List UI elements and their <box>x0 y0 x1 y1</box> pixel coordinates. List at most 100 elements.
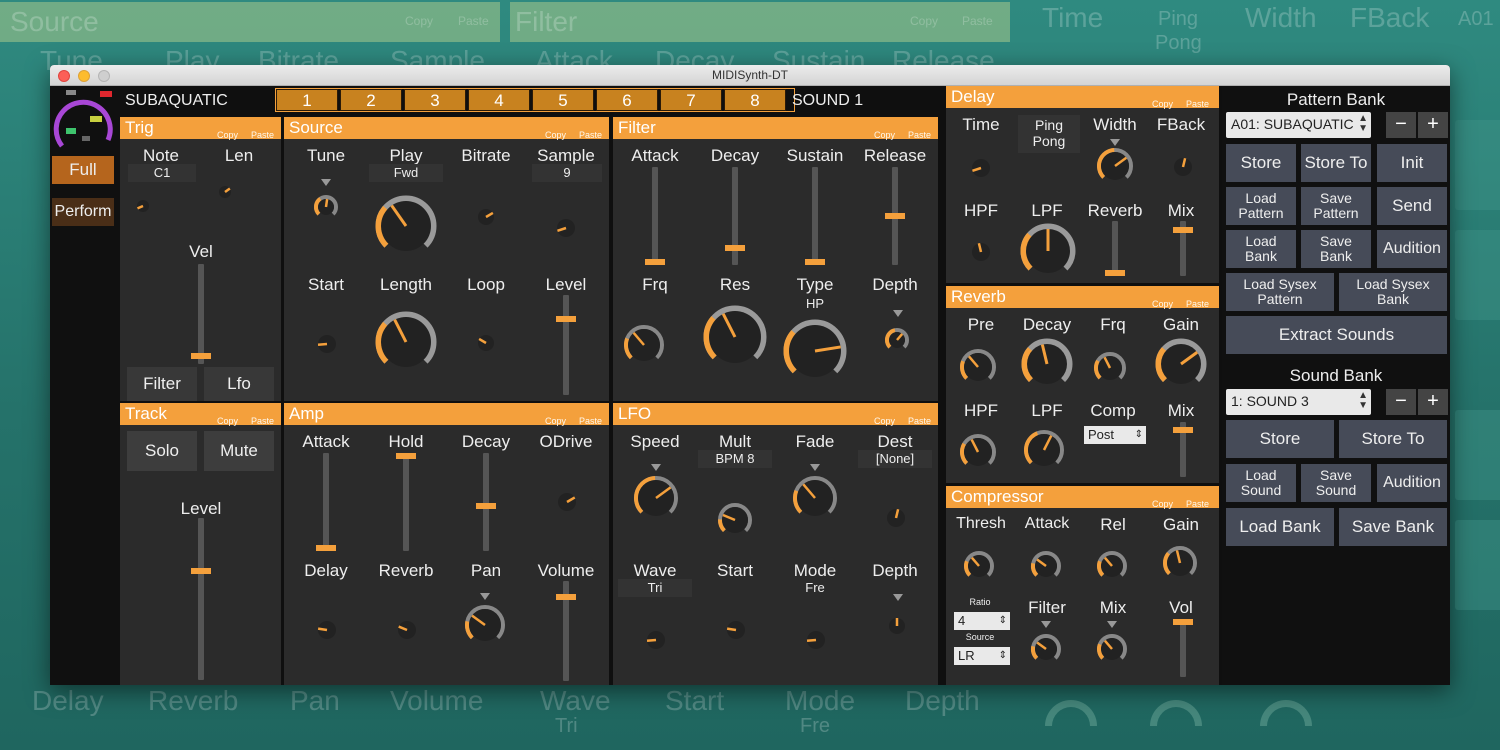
loop-knob[interactable] <box>472 329 500 362</box>
lfo-button[interactable]: Lfo <box>204 367 274 401</box>
save-pattern-button[interactable]: Save Pattern <box>1301 187 1371 225</box>
hold-thumb[interactable] <box>396 453 416 459</box>
sustain-thumb[interactable] <box>805 259 825 265</box>
odrive-knob[interactable] <box>552 487 582 522</box>
reverb-mix-slider[interactable] <box>1173 422 1193 477</box>
sound-store-to-button[interactable]: Store To <box>1339 420 1447 458</box>
mult-value[interactable]: BPM 8 <box>698 450 772 468</box>
reverb-lpf-knob[interactable] <box>1022 428 1066 477</box>
lfo-depth-knob[interactable] <box>883 612 911 645</box>
delay-copy-button[interactable]: Copy <box>1152 93 1173 115</box>
release-thumb[interactable] <box>885 213 905 219</box>
mute-button[interactable]: Mute <box>204 431 274 471</box>
comp-attack-knob[interactable] <box>1029 549 1063 588</box>
lfo-paste-button[interactable]: Paste <box>908 410 931 432</box>
delay-reverb-slider[interactable] <box>1105 221 1125 276</box>
tab-2[interactable]: 2 <box>340 89 402 111</box>
delay-lpf-knob[interactable] <box>1020 223 1076 284</box>
send-button[interactable]: Send <box>1377 187 1447 225</box>
type-knob[interactable] <box>783 319 847 388</box>
source-level-thumb[interactable] <box>556 315 576 322</box>
trig-copy-button[interactable]: Copy <box>217 124 238 146</box>
source-level-slider[interactable] <box>556 295 576 395</box>
comp-filter-knob[interactable] <box>1029 632 1063 671</box>
filter-depth-knob[interactable] <box>883 326 911 359</box>
filter-copy-button[interactable]: Copy <box>874 124 895 146</box>
amp-paste-button[interactable]: Paste <box>579 410 602 432</box>
fback-knob[interactable] <box>1168 152 1198 187</box>
note-knob[interactable] <box>131 194 155 223</box>
vol-thumb[interactable] <box>1173 619 1193 625</box>
wave-value[interactable]: Tri <box>618 579 692 597</box>
tab-1[interactable]: 1 <box>276 89 338 111</box>
load-sysex-bank-button[interactable]: Load Sysex Bank <box>1339 273 1447 311</box>
res-knob[interactable] <box>703 305 767 374</box>
track-paste-button[interactable]: Paste <box>251 410 274 432</box>
compressor-copy-button[interactable]: Copy <box>1152 493 1173 515</box>
sound-store-button[interactable]: Store <box>1226 420 1334 458</box>
load-pattern-button[interactable]: Load Pattern <box>1226 187 1296 225</box>
save-sound-button[interactable]: Save Sound <box>1301 464 1371 502</box>
start-knob[interactable] <box>312 329 342 364</box>
load-sysex-pattern-button[interactable]: Load Sysex Pattern <box>1226 273 1334 311</box>
comp-gain-knob[interactable] <box>1161 544 1199 587</box>
volume-thumb[interactable] <box>556 594 576 601</box>
solo-button[interactable]: Solo <box>127 431 197 471</box>
thresh-knob[interactable] <box>962 549 996 588</box>
delay-reverb-thumb[interactable] <box>1105 270 1125 276</box>
load-bank-button[interactable]: Load Bank <box>1226 230 1296 268</box>
filter-decay-slider[interactable] <box>725 167 745 265</box>
reverb-gain-knob[interactable] <box>1155 338 1207 395</box>
filter-attack-slider[interactable] <box>645 167 665 265</box>
time-knob[interactable] <box>966 153 996 188</box>
release-slider[interactable] <box>885 167 905 265</box>
bitrate-knob[interactable] <box>472 203 500 236</box>
fade-knob[interactable] <box>791 474 839 527</box>
type-value[interactable]: HP <box>778 295 852 313</box>
sound-audition-button[interactable]: Audition <box>1377 464 1447 502</box>
full-mode-button[interactable]: Full <box>52 156 114 184</box>
tab-6[interactable]: 6 <box>596 89 658 111</box>
length-knob[interactable] <box>375 311 437 378</box>
tune-knob[interactable] <box>312 193 340 226</box>
vol-slider[interactable] <box>1173 619 1193 677</box>
sound-plus-button[interactable]: + <box>1418 389 1448 415</box>
lfo-copy-button[interactable]: Copy <box>874 410 895 432</box>
reverb-decay-knob[interactable] <box>1021 338 1073 395</box>
speed-knob[interactable] <box>632 474 680 527</box>
track-level-slider[interactable] <box>191 518 211 680</box>
sample-knob[interactable] <box>551 213 581 248</box>
play-value[interactable]: Fwd <box>369 164 443 182</box>
delay-hpf-knob[interactable] <box>966 237 996 272</box>
pattern-minus-button[interactable]: − <box>1386 112 1416 138</box>
delay-mix-thumb[interactable] <box>1173 226 1193 233</box>
amp-decay-slider[interactable] <box>476 453 496 551</box>
extract-sounds-button[interactable]: Extract Sounds <box>1226 316 1447 354</box>
sound-save-bank-button[interactable]: Save Bank <box>1339 508 1447 546</box>
perform-mode-button[interactable]: Perform <box>52 198 114 226</box>
vel-slider[interactable] <box>191 264 211 364</box>
ping-pong-value[interactable]: Ping Pong <box>1018 115 1080 153</box>
source-select[interactable]: LR ⇕ <box>954 647 1010 665</box>
note-value[interactable]: C1 <box>128 164 196 182</box>
play-knob[interactable] <box>375 195 437 262</box>
tab-3[interactable]: 3 <box>404 89 466 111</box>
comp-mix-knob[interactable] <box>1095 632 1129 671</box>
filter-decay-thumb[interactable] <box>725 245 745 252</box>
track-level-thumb[interactable] <box>191 567 211 574</box>
source-paste-button[interactable]: Paste <box>579 124 602 146</box>
reverb-paste-button[interactable]: Paste <box>1186 293 1209 315</box>
comp-select[interactable]: Post ⇕ <box>1084 426 1146 444</box>
delay-paste-button[interactable]: Paste <box>1186 93 1209 115</box>
trig-paste-button[interactable]: Paste <box>251 124 274 146</box>
pattern-plus-button[interactable]: + <box>1418 112 1448 138</box>
filter-attack-thumb[interactable] <box>645 259 665 265</box>
hold-slider[interactable] <box>396 453 416 551</box>
init-button[interactable]: Init <box>1377 144 1447 182</box>
pattern-select[interactable]: A01: SUBAQUATIC ▲ ▼ <box>1226 112 1371 138</box>
load-sound-button[interactable]: Load Sound <box>1226 464 1296 502</box>
source-copy-button[interactable]: Copy <box>545 124 566 146</box>
mode-value[interactable]: Fre <box>778 579 852 597</box>
pattern-store-button[interactable]: Store <box>1226 144 1296 182</box>
frq-knob[interactable] <box>622 323 666 372</box>
